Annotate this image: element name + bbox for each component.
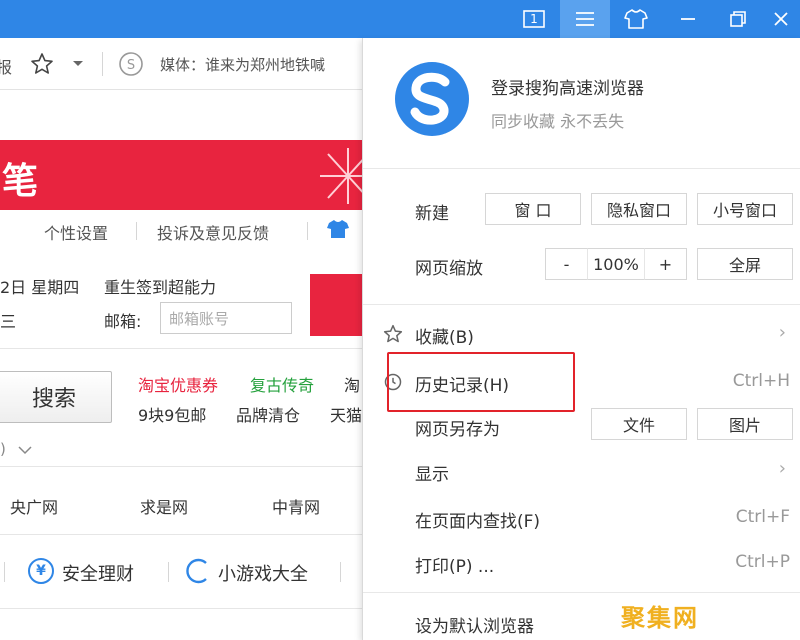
save-page-label: 网页另存为 xyxy=(415,420,500,440)
find-shortcut: Ctrl+F xyxy=(735,507,790,527)
tab-count-button[interactable]: 1 xyxy=(514,0,554,38)
finance-icon: ¥ xyxy=(28,558,54,584)
menu-item-default-browser[interactable]: 设为默认浏览器 xyxy=(415,612,534,637)
email-field[interactable]: 邮箱账号 xyxy=(160,302,292,334)
skin-button[interactable] xyxy=(614,0,658,38)
address-text-fragment: 报 xyxy=(0,58,13,77)
nav-qstheory[interactable]: 求是网 xyxy=(140,494,188,518)
banner-firework-icon xyxy=(320,148,362,204)
tmall-link[interactable]: 天猫 xyxy=(330,402,362,426)
history-highlight-box xyxy=(387,352,575,412)
promo-text[interactable]: 重生签到超能力 xyxy=(104,274,216,298)
date-text: 2日 星期四 xyxy=(0,278,80,297)
title-bar: 1 xyxy=(0,0,800,38)
new-private-window-button[interactable]: 隐私窗口 xyxy=(591,193,687,225)
watermark-text: 聚集网 xyxy=(621,604,699,632)
zoom-label: 网页缩放 xyxy=(415,259,483,279)
skin-shirt-icon[interactable] xyxy=(326,218,350,240)
login-title[interactable]: 登录搜狗高速浏览器 xyxy=(491,74,644,99)
email-label: 邮箱: xyxy=(104,312,142,331)
new-window-button[interactable]: 窗 口 xyxy=(485,193,581,225)
chevron-right-icon: › xyxy=(778,458,786,479)
web-page: 报 S 媒体：谁来为郑州地铁喊 笔 个性设置 投诉及意见反馈 2日 星期四 重生… xyxy=(0,38,362,640)
sogou-logo-icon[interactable] xyxy=(393,60,471,138)
taobao-link-fragment[interactable]: 淘 xyxy=(344,372,360,396)
nav-cnr[interactable]: 央广网 xyxy=(10,494,58,518)
skin-shirt-icon xyxy=(624,9,648,29)
sogou-news-icon: S xyxy=(119,52,143,76)
fullscreen-button[interactable]: 全屏 xyxy=(697,248,793,280)
menu-item-find[interactable]: 在页面内查找(F) xyxy=(415,507,540,532)
brand-clearance-link[interactable]: 品牌清仓 xyxy=(236,402,300,426)
restore-button[interactable] xyxy=(716,0,760,38)
address-bar: 报 S 媒体：谁来为郑州地铁喊 xyxy=(0,38,362,90)
menu-button[interactable] xyxy=(560,0,610,38)
svg-text:S: S xyxy=(127,58,135,73)
print-shortcut: Ctrl+P xyxy=(735,552,790,572)
search-button[interactable]: 搜索 xyxy=(0,371,112,423)
save-as-image-button[interactable]: 图片 xyxy=(697,408,793,440)
history-shortcut: Ctrl+H xyxy=(732,371,790,391)
menu-item-favorites[interactable]: 收藏(B) xyxy=(415,323,474,348)
taobao-coupon-link[interactable]: 淘宝优惠券 xyxy=(138,372,218,396)
paren-fragment: ) xyxy=(0,440,6,458)
news-headline[interactable]: 媒体：谁来为郑州地铁喊 xyxy=(160,54,325,75)
favorites-star-icon xyxy=(383,324,403,343)
browser-main-menu: 登录搜狗高速浏览器 同步收藏 永不丢失 新建 窗 口 隐私窗口 小号窗口 网页缩… xyxy=(362,38,800,640)
tab-count-label: 1 xyxy=(530,12,538,26)
close-icon xyxy=(774,12,788,26)
zoom-level: 100% xyxy=(587,248,645,280)
chevron-right-icon: › xyxy=(778,322,786,343)
chevron-down-icon[interactable] xyxy=(18,446,32,455)
nine-yuan-link[interactable]: 9块9包邮 xyxy=(138,402,206,426)
personal-settings-link[interactable]: 个性设置 xyxy=(44,220,108,244)
menu-icon xyxy=(576,12,594,26)
new-small-window-button[interactable]: 小号窗口 xyxy=(697,193,793,225)
zoom-in-button[interactable]: + xyxy=(645,248,687,280)
banner-text: 笔 xyxy=(2,161,39,202)
dropdown-arrow-icon[interactable] xyxy=(72,60,84,68)
minimize-icon xyxy=(681,18,695,20)
save-as-file-button[interactable]: 文件 xyxy=(591,408,687,440)
mini-games-link[interactable]: 小游戏大全 xyxy=(218,560,308,586)
new-label: 新建 xyxy=(415,204,449,224)
bookmark-star-icon[interactable] xyxy=(30,52,54,76)
zoom-out-button[interactable]: - xyxy=(545,248,587,280)
restore-icon xyxy=(730,11,746,27)
close-button[interactable] xyxy=(762,0,800,38)
feedback-link[interactable]: 投诉及意见反馈 xyxy=(157,220,269,244)
retro-legend-link[interactable]: 复古传奇 xyxy=(250,372,314,396)
safe-finance-link[interactable]: 安全理财 xyxy=(62,560,134,586)
login-subtitle: 同步收藏 永不丢失 xyxy=(491,112,625,131)
menu-item-display[interactable]: 显示 xyxy=(415,460,449,485)
weekday-fragment: 三 xyxy=(0,312,17,331)
promo-banner[interactable]: 笔 xyxy=(0,140,362,210)
nav-youth[interactable]: 中青网 xyxy=(272,494,320,518)
promo-red-button[interactable] xyxy=(310,274,362,336)
minimize-button[interactable] xyxy=(666,0,710,38)
menu-item-print[interactable]: 打印(P) ... xyxy=(415,552,494,577)
games-icon xyxy=(186,558,207,584)
